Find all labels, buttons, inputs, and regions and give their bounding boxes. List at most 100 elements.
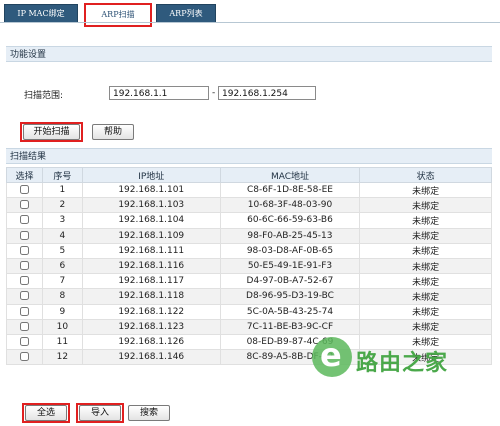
row-index: 5 (41, 242, 83, 259)
tab-ip-mac-binding[interactable]: IP MAC绑定 (4, 4, 78, 23)
tab-arp-scan[interactable]: ARP扫描 (84, 3, 152, 27)
row-index: 4 (41, 227, 83, 244)
row-select-cell (6, 349, 43, 366)
row-mac: 5C-0A-5B-43-25-74 (219, 303, 361, 320)
row-status: 未绑定 (359, 212, 492, 229)
row-ip: 192.168.1.101 (81, 181, 221, 199)
row-select-cell (6, 242, 43, 259)
range-separator: - (212, 88, 216, 98)
row-mac: D4-97-0B-A7-52-67 (219, 273, 361, 290)
row-checkbox[interactable] (19, 245, 29, 255)
results-table: 选择 序号 IP地址 MAC地址 状态 1 192.168.1.101 C8-6F-… (6, 167, 492, 366)
row-status: 未绑定 (359, 181, 492, 199)
table-row: 4 192.168.1.109 98-F0-AB-25-45-13 未绑定 (6, 227, 492, 244)
start-scan-button[interactable]: 开始扫描 (23, 124, 80, 140)
table-row: 9 192.168.1.122 5C-0A-5B-43-25-74 未绑定 (6, 303, 492, 320)
row-checkbox[interactable] (19, 185, 29, 195)
row-ip: 192.168.1.104 (81, 212, 221, 229)
row-select-cell (6, 197, 43, 214)
table-row: 7 192.168.1.117 D4-97-0B-A7-52-67 未绑定 (6, 273, 492, 290)
table-row: 5 192.168.1.111 98-03-D8-AF-0B-65 未绑定 (6, 242, 492, 259)
row-index: 7 (41, 273, 83, 290)
start-ip-input[interactable]: 192.168.1.1 (109, 86, 209, 100)
row-index: 3 (41, 212, 83, 229)
row-select-cell (6, 212, 43, 229)
tab-arp-list[interactable]: ARP列表 (156, 4, 216, 23)
row-status: 未绑定 (359, 197, 492, 214)
row-mac: C8-6F-1D-8E-58-EE (219, 181, 361, 199)
table-row: 6 192.168.1.116 50-E5-49-1E-91-F3 未绑定 (6, 257, 492, 275)
table-row: 8 192.168.1.118 D8-96-95-D3-19-BC 未绑定 (6, 288, 492, 305)
row-ip: 192.168.1.122 (81, 303, 221, 320)
column-header-index: 序号 (41, 167, 83, 183)
row-mac: 98-F0-AB-25-45-13 (219, 227, 361, 244)
results-section-title: 扫描结果 (6, 148, 492, 164)
row-status: 未绑定 (359, 303, 492, 320)
table-header-row: 选择 序号 IP地址 MAC地址 状态 (6, 167, 492, 183)
tab-divider (0, 22, 500, 23)
row-checkbox[interactable] (19, 215, 29, 225)
row-status: 未绑定 (359, 242, 492, 259)
row-checkbox[interactable] (19, 276, 29, 286)
row-ip: 192.168.1.103 (81, 197, 221, 214)
row-checkbox[interactable] (19, 291, 29, 301)
row-ip: 192.168.1.118 (81, 288, 221, 305)
row-mac: 60-6C-66-59-63-B6 (219, 212, 361, 229)
row-index: 12 (41, 349, 83, 366)
row-index: 11 (41, 333, 83, 351)
help-button[interactable]: 帮助 (92, 124, 134, 140)
import-button[interactable]: 导入 (79, 405, 121, 421)
table-row: 3 192.168.1.104 60-6C-66-59-63-B6 未绑定 (6, 212, 492, 229)
row-status: 未绑定 (359, 273, 492, 290)
row-select-cell (6, 227, 43, 244)
settings-section-title: 功能设置 (6, 46, 492, 62)
row-checkbox[interactable] (19, 321, 29, 331)
row-ip: 192.168.1.123 (81, 318, 221, 335)
search-button[interactable]: 搜索 (128, 405, 170, 421)
table-row: 2 192.168.1.103 10-68-3F-48-03-90 未绑定 (6, 197, 492, 214)
row-ip: 192.168.1.109 (81, 227, 221, 244)
table-row: 10 192.168.1.123 7C-11-BE-B3-9C-CF 未绑定 (6, 318, 492, 335)
row-status: 未绑定 (359, 257, 492, 275)
row-mac: 50-E5-49-1E-91-F3 (219, 257, 361, 275)
row-index: 10 (41, 318, 83, 335)
row-ip: 192.168.1.111 (81, 242, 221, 259)
column-header-status: 状态 (359, 167, 492, 183)
row-checkbox[interactable] (19, 261, 29, 271)
row-status: 未绑定 (359, 333, 492, 351)
row-index: 6 (41, 257, 83, 275)
column-header-select: 选择 (6, 167, 43, 183)
row-index: 9 (41, 303, 83, 320)
row-checkbox[interactable] (19, 336, 29, 346)
column-header-ip: IP地址 (81, 167, 221, 183)
row-mac: 10-68-3F-48-03-90 (219, 197, 361, 214)
select-all-button[interactable]: 全选 (25, 405, 67, 421)
tab-bar: IP MAC绑定 ARP扫描 ARP列表 (0, 0, 500, 27)
row-status: 未绑定 (359, 227, 492, 244)
row-mac: 08-ED-B9-87-4C-69 (219, 333, 361, 351)
row-checkbox[interactable] (19, 200, 29, 210)
row-select-cell (6, 303, 43, 320)
row-select-cell (6, 333, 43, 351)
column-header-mac: MAC地址 (219, 167, 361, 183)
row-status: 未绑定 (359, 318, 492, 335)
row-index: 1 (41, 181, 83, 199)
row-select-cell (6, 181, 43, 199)
row-ip: 192.168.1.126 (81, 333, 221, 351)
row-select-cell (6, 318, 43, 335)
row-mac: D8-96-95-D3-19-BC (219, 288, 361, 305)
end-ip-input[interactable]: 192.168.1.254 (218, 86, 316, 100)
row-checkbox[interactable] (19, 306, 29, 316)
row-index: 8 (41, 288, 83, 305)
table-row: 12 192.168.1.146 8C-89-A5-8B-DF-52 未绑定 (6, 349, 492, 366)
table-row: 11 192.168.1.126 08-ED-B9-87-4C-69 未绑定 (6, 333, 492, 351)
row-ip: 192.168.1.116 (81, 257, 221, 275)
row-ip: 192.168.1.146 (81, 349, 221, 366)
row-index: 2 (41, 197, 83, 214)
row-checkbox[interactable] (19, 352, 29, 362)
row-ip: 192.168.1.117 (81, 273, 221, 290)
scan-range-label: 扫描范围: (24, 91, 64, 101)
row-mac: 7C-11-BE-B3-9C-CF (219, 318, 361, 335)
row-select-cell (6, 257, 43, 275)
row-checkbox[interactable] (19, 230, 29, 240)
